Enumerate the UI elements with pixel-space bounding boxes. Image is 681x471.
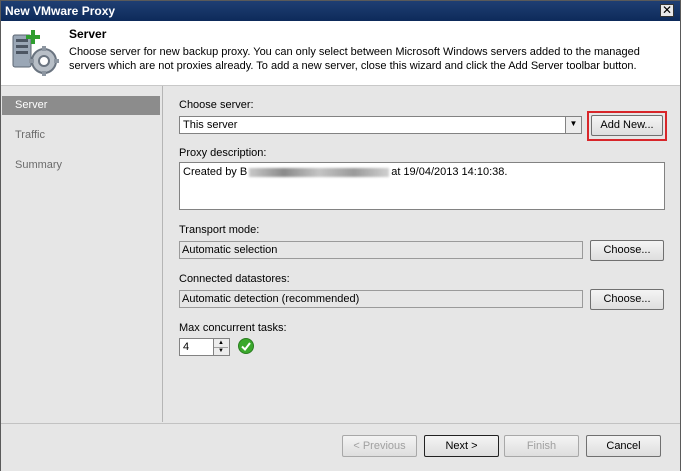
max-tasks-stepper[interactable]: 4 ▲ ▼ xyxy=(179,338,230,356)
proxy-description-value: Created by B at 19/04/2013 14:10:38. xyxy=(183,166,507,178)
stepper-buttons: ▲ ▼ xyxy=(213,339,229,355)
server-settings-add-icon xyxy=(12,30,59,76)
sidebar-item-traffic[interactable]: Traffic xyxy=(2,126,160,145)
choose-server-label: Choose server: xyxy=(179,99,254,111)
green-checkmark-icon xyxy=(238,338,254,354)
sidebar-item-summary[interactable]: Summary xyxy=(2,156,160,175)
new-vmware-proxy-window: New VMware Proxy ✕ Server Choose server … xyxy=(0,0,681,471)
page-description: Choose server for new backup proxy. You … xyxy=(69,46,640,72)
transport-choose-button[interactable]: Choose... xyxy=(590,240,664,261)
wizard-steps-sidebar: Server Traffic Summary xyxy=(1,86,163,422)
previous-button[interactable]: < Previous xyxy=(342,435,417,457)
page-title: Server xyxy=(69,27,107,41)
close-button[interactable]: ✕ xyxy=(660,4,674,17)
wizard-header: Server Choose server for new backup prox… xyxy=(1,21,680,86)
finish-button[interactable]: Finish xyxy=(504,435,579,457)
close-icon: ✕ xyxy=(661,3,673,17)
proxy-description-label: Proxy description: xyxy=(179,147,267,159)
proxy-description-field[interactable]: Created by B at 19/04/2013 14:10:38. xyxy=(179,162,665,210)
max-tasks-value: 4 xyxy=(183,341,190,353)
server-select-value: This server xyxy=(183,119,238,131)
wizard-footer: < Previous Next > Finish Cancel xyxy=(1,423,680,471)
max-concurrent-tasks-label: Max concurrent tasks: xyxy=(179,322,287,334)
proxy-description-suffix: at 19/04/2013 14:10:38. xyxy=(391,166,508,178)
stepper-down-icon[interactable]: ▼ xyxy=(214,347,228,355)
add-new-button[interactable]: Add New... xyxy=(591,115,663,136)
datastores-field: Automatic detection (recommended) xyxy=(179,290,583,308)
next-button[interactable]: Next > xyxy=(424,435,499,457)
title-bar[interactable]: New VMware Proxy ✕ xyxy=(1,1,680,21)
wizard-content: Choose server: This server ▼ Add New... … xyxy=(163,86,680,422)
datastores-choose-button[interactable]: Choose... xyxy=(590,289,664,310)
transport-mode-value: Automatic selection xyxy=(182,244,278,256)
datastores-value: Automatic detection (recommended) xyxy=(182,293,360,305)
proxy-description-prefix: Created by B xyxy=(183,166,248,178)
cancel-button[interactable]: Cancel xyxy=(586,435,661,457)
chevron-down-icon[interactable]: ▼ xyxy=(565,117,581,133)
transport-mode-field: Automatic selection xyxy=(179,241,583,259)
redacted-username xyxy=(249,167,390,177)
window-title: New VMware Proxy xyxy=(5,4,116,18)
server-select[interactable]: This server ▼ xyxy=(179,116,582,134)
connected-datastores-label: Connected datastores: xyxy=(179,273,290,285)
sidebar-item-server[interactable]: Server xyxy=(2,96,160,115)
transport-mode-label: Transport mode: xyxy=(179,224,260,236)
